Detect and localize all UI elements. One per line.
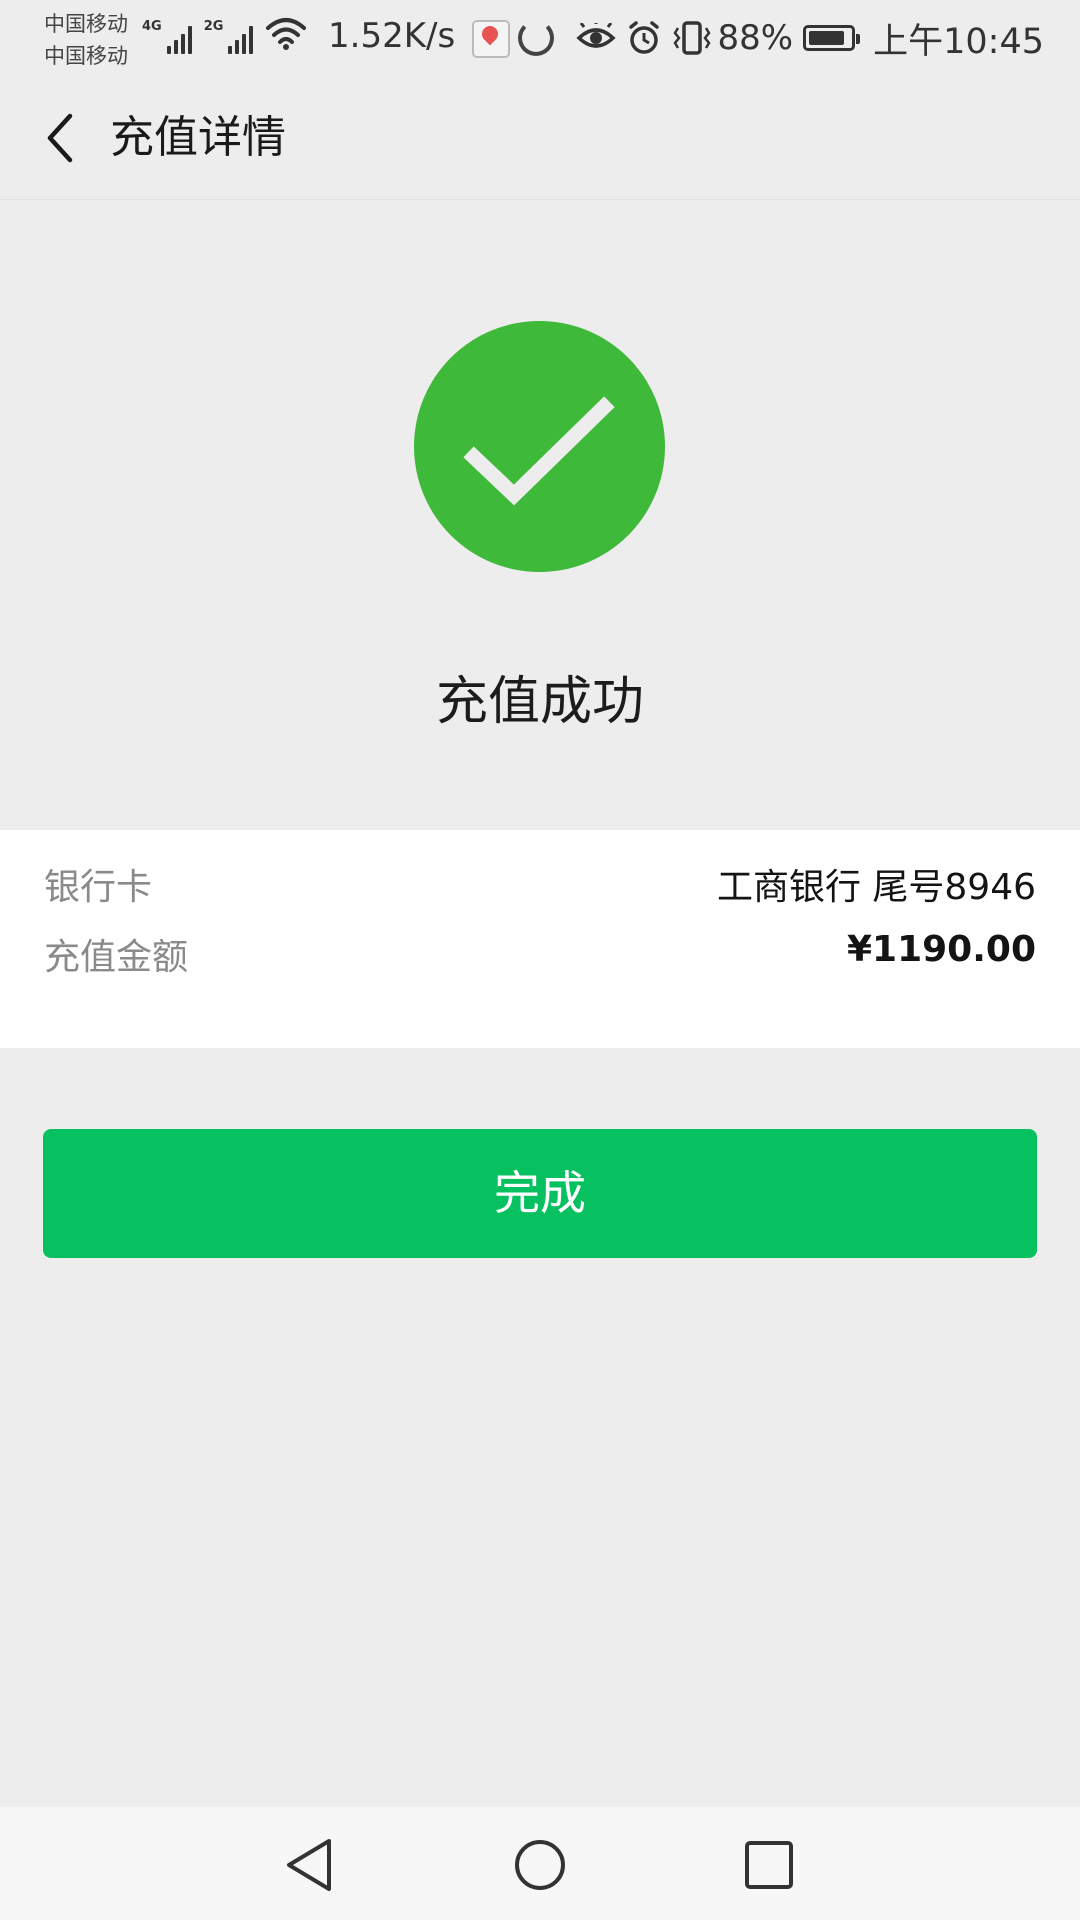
- clock: 上午10:45: [873, 21, 1044, 62]
- back-triangle-icon[interactable]: [281, 1837, 337, 1893]
- carrier-1: 中国移动: [44, 12, 128, 36]
- recents-square-icon[interactable]: [741, 1837, 797, 1893]
- battery-icon: [803, 25, 861, 51]
- net-speed: 1.52K/s: [328, 16, 456, 56]
- carrier-2: 中国移动: [44, 44, 128, 68]
- battery-percent: 88%: [717, 18, 794, 58]
- signal-group: 4G 2G: [142, 14, 323, 54]
- wifi-icon: [265, 16, 307, 54]
- network-type-1: 4G: [142, 19, 162, 34]
- baidu-maps-icon: [472, 20, 510, 58]
- nav-bar: 充值详情: [0, 76, 1080, 200]
- back-button[interactable]: [30, 106, 90, 170]
- network-type-2: 2G: [203, 19, 224, 34]
- system-nav-bar: [0, 1807, 1080, 1920]
- detail-label: 银行卡: [44, 867, 153, 908]
- detail-label: 充值金额: [44, 937, 189, 978]
- vibrate-icon: [672, 20, 712, 56]
- status-bar: 中国移动 中国移动 4G 2G 1.52K/s 88% 上午10:45: [0, 0, 1080, 76]
- eye-icon: [575, 23, 616, 53]
- alarm-icon: [626, 20, 662, 56]
- amount-value: ¥1190.00: [846, 929, 1036, 970]
- loading-icon: [518, 20, 554, 56]
- detail-card: 银行卡 工商银行 尾号8946 充值金额 ¥1190.00: [0, 830, 1080, 1048]
- chevron-left-icon: [47, 113, 73, 163]
- carrier-labels: 中国移动 中国移动: [44, 8, 128, 72]
- status-right-group: 88% 上午10:45: [566, 12, 1044, 64]
- result-title: 充值成功: [435, 672, 644, 732]
- battery-level: [809, 31, 845, 45]
- home-circle-icon[interactable]: [512, 1837, 568, 1893]
- page-title: 充值详情: [110, 112, 286, 163]
- signal-icon: 4G: [142, 19, 192, 54]
- checkmark-circle-icon: [414, 321, 665, 572]
- detail-row-bank-card: 银行卡 工商银行 尾号8946: [44, 860, 1036, 916]
- signal-icon: 2G: [204, 19, 254, 54]
- detail-value: 工商银行 尾号8946: [716, 867, 1036, 908]
- detail-row-amount: 充值金额 ¥1190.00: [44, 929, 1036, 986]
- done-button[interactable]: 完成: [43, 1129, 1037, 1258]
